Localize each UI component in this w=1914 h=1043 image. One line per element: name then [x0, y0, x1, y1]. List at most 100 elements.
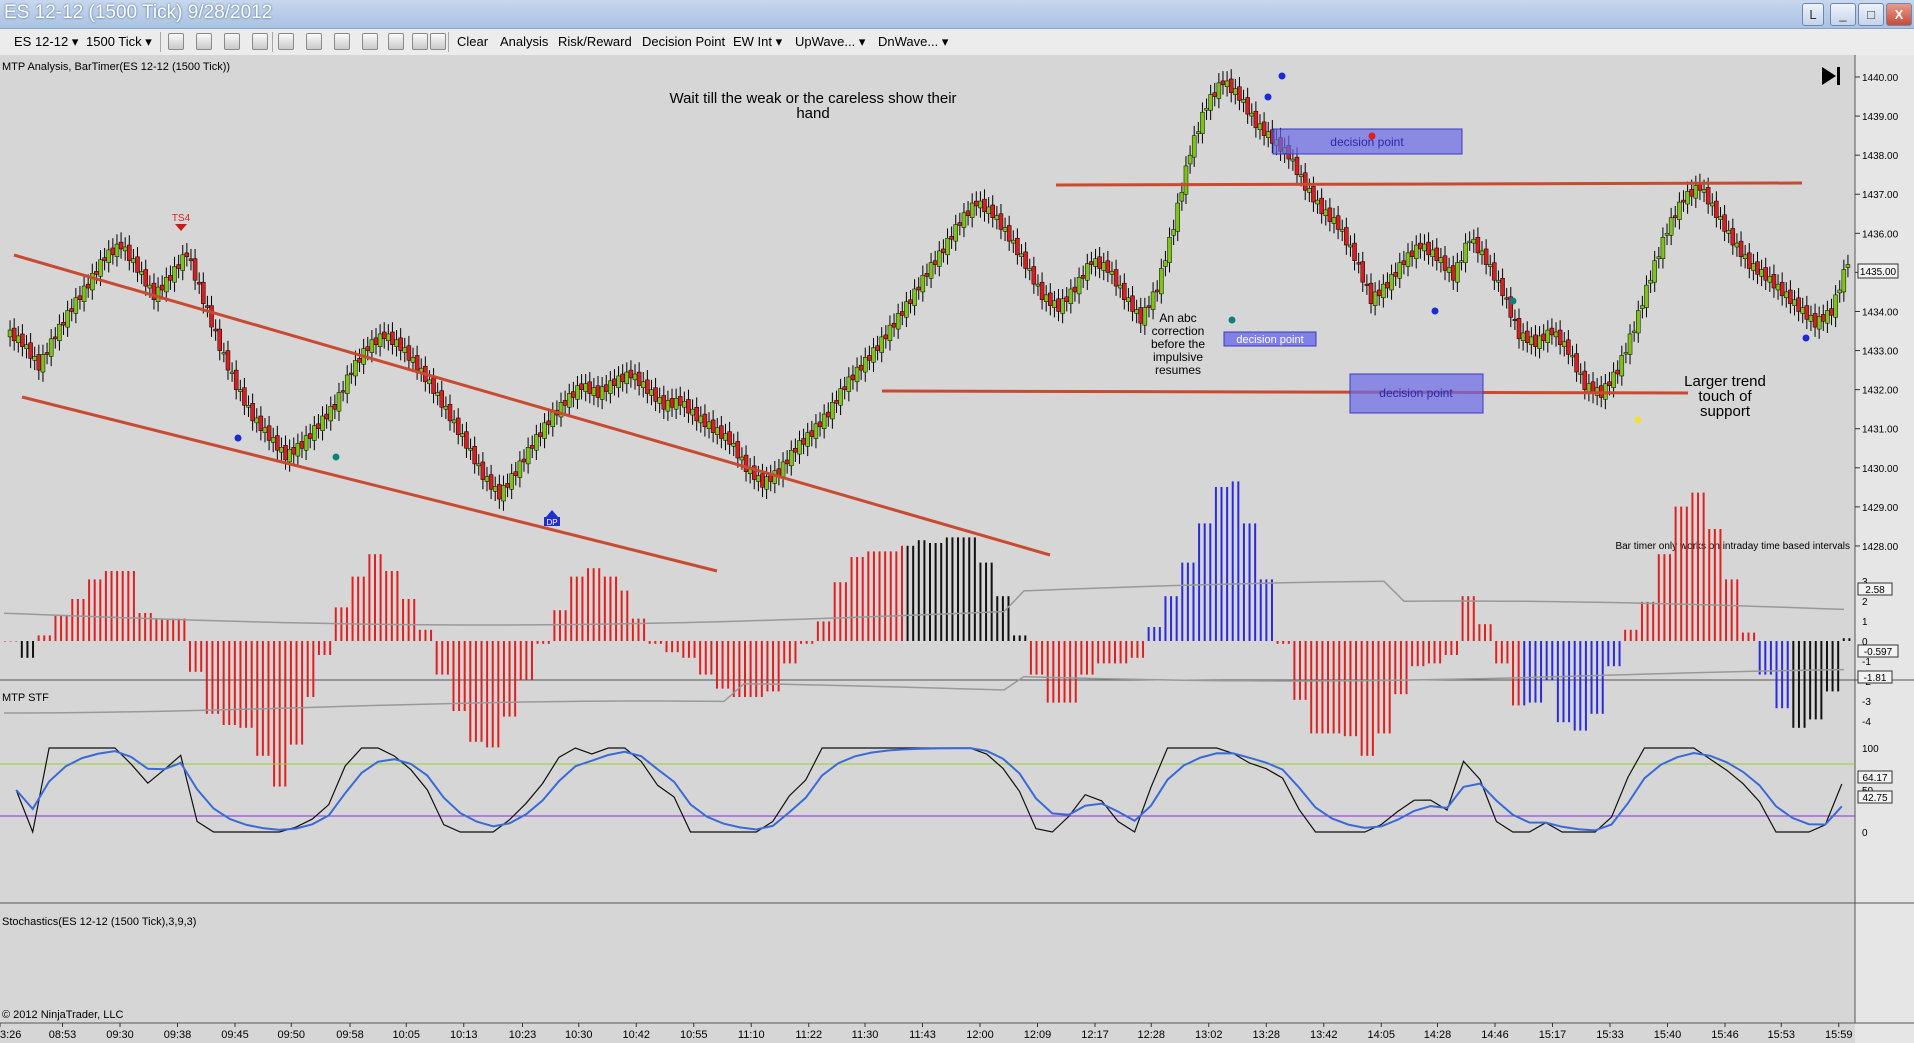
close-button[interactable]: X [1886, 3, 1912, 26]
candle-body [1076, 277, 1082, 295]
stf-bar [1786, 641, 1789, 709]
candle-body [295, 443, 301, 457]
analysis-button[interactable]: Analysis [500, 34, 548, 49]
decision-zone-top[interactable]: decision point [1272, 128, 1463, 155]
candle-body [73, 297, 79, 314]
chart-canvas[interactable]: MTP Analysis, BarTimer(ES 12-12 (1500 Ti… [0, 55, 1914, 1043]
stf-bar [1769, 641, 1772, 675]
stf-bar [116, 571, 119, 641]
candle-body [147, 284, 153, 289]
crosshair-icon[interactable] [224, 33, 240, 50]
candle-body [1196, 131, 1201, 134]
stf-bar [497, 641, 500, 748]
candle-body [797, 440, 802, 455]
candle-body [932, 260, 938, 265]
stf-bar [1472, 596, 1475, 641]
zoom-icon[interactable] [306, 33, 322, 50]
candle-body [1401, 260, 1407, 265]
stf-bar [530, 641, 533, 681]
candle-body [595, 385, 601, 398]
interval-selector[interactable]: 1500 Tick ▾ [86, 34, 152, 50]
stf-bar [973, 537, 976, 641]
bar-style-icon[interactable] [168, 33, 184, 50]
candle-body [468, 448, 473, 451]
stf-bar [1741, 632, 1744, 641]
stf-bar [1394, 641, 1397, 695]
dnwave-button[interactable]: DnWave... ▾ [878, 34, 948, 50]
stf-bar [312, 641, 315, 697]
time-tick-label: 15:59 [1825, 1029, 1853, 1041]
indicators-icon[interactable] [334, 33, 350, 50]
candle-body [159, 284, 165, 291]
instrument-selector[interactable]: ES 12-12 ▾ [14, 34, 78, 50]
candle-body [172, 266, 177, 283]
stf-bar [631, 618, 634, 641]
minimize-button[interactable]: _ [1830, 3, 1856, 26]
data-box-icon[interactable] [388, 33, 404, 50]
candle-body [509, 473, 514, 490]
pencil-icon[interactable] [196, 33, 212, 50]
maximize-button[interactable]: □ [1858, 3, 1884, 26]
svg-text:TS4: TS4 [172, 213, 191, 224]
risk-reward-button[interactable]: Risk/Reward [558, 34, 632, 49]
decision-zone-bottom[interactable]: decision point [1349, 373, 1484, 414]
candle-body [439, 390, 445, 408]
stf-bar [1299, 641, 1301, 700]
ew-int-button[interactable]: EW Int ▾ [733, 34, 782, 50]
support-line[interactable] [881, 389, 1689, 395]
candle-body [316, 423, 321, 429]
stoch-d-line [15, 747, 1843, 832]
candle-body [1586, 383, 1592, 392]
strategies-icon[interactable] [362, 33, 378, 50]
candle-body [176, 264, 181, 269]
stf-bar [1287, 641, 1290, 644]
stf-bar [1478, 624, 1481, 641]
candle-body [192, 258, 198, 281]
cursor-icon[interactable] [278, 33, 294, 50]
link-button[interactable]: L [1802, 3, 1824, 26]
resistance-line[interactable] [1055, 181, 1803, 187]
stf-bar [1590, 641, 1593, 714]
eraser-icon[interactable] [252, 33, 268, 50]
candle-body [217, 328, 222, 351]
stf-bar [1562, 641, 1565, 723]
properties-icon[interactable] [412, 33, 428, 50]
stoch-tick-label: 0 [1862, 828, 1868, 839]
stf-bar [1506, 641, 1509, 664]
candle-body [780, 461, 786, 478]
candle-body [867, 355, 872, 361]
candle-body [739, 456, 745, 461]
candle-body [1224, 80, 1230, 88]
stf-bar [1355, 641, 1358, 737]
clear-button[interactable]: Clear [457, 34, 488, 49]
decision-zone-mid[interactable]: decision point [1223, 331, 1317, 347]
candle-body [1471, 238, 1477, 244]
stf-bar [435, 641, 438, 675]
candle-body [464, 431, 469, 449]
candle-body [1430, 249, 1435, 258]
time-tick-label: 13:42 [1310, 1029, 1338, 1041]
candle-body [344, 374, 350, 394]
candle-body [365, 346, 371, 351]
candle-body [373, 337, 379, 345]
candle-body [1623, 352, 1629, 355]
stf-bar [1024, 635, 1027, 641]
stf-bar [1450, 641, 1453, 655]
candle-body [1200, 111, 1205, 134]
candle-body [381, 331, 387, 340]
candle-body [1751, 263, 1756, 271]
upwave-button[interactable]: UpWave... ▾ [795, 34, 865, 50]
candle-body [336, 392, 342, 412]
time-tick-label: 12:28 [1137, 1029, 1165, 1041]
decision-point-button[interactable]: Decision Point [642, 34, 725, 49]
candle-body [1142, 307, 1148, 326]
candle-body [1767, 276, 1773, 283]
candle-body [529, 445, 535, 449]
stf-bar [659, 641, 662, 644]
stf-bar [20, 641, 23, 658]
svg-text:42.75: 42.75 [1862, 793, 1887, 804]
candle-body [1800, 307, 1805, 314]
price-tick-label: 1440.00 [1862, 73, 1899, 84]
templates-icon[interactable] [430, 33, 446, 50]
stf-bar [60, 615, 63, 641]
